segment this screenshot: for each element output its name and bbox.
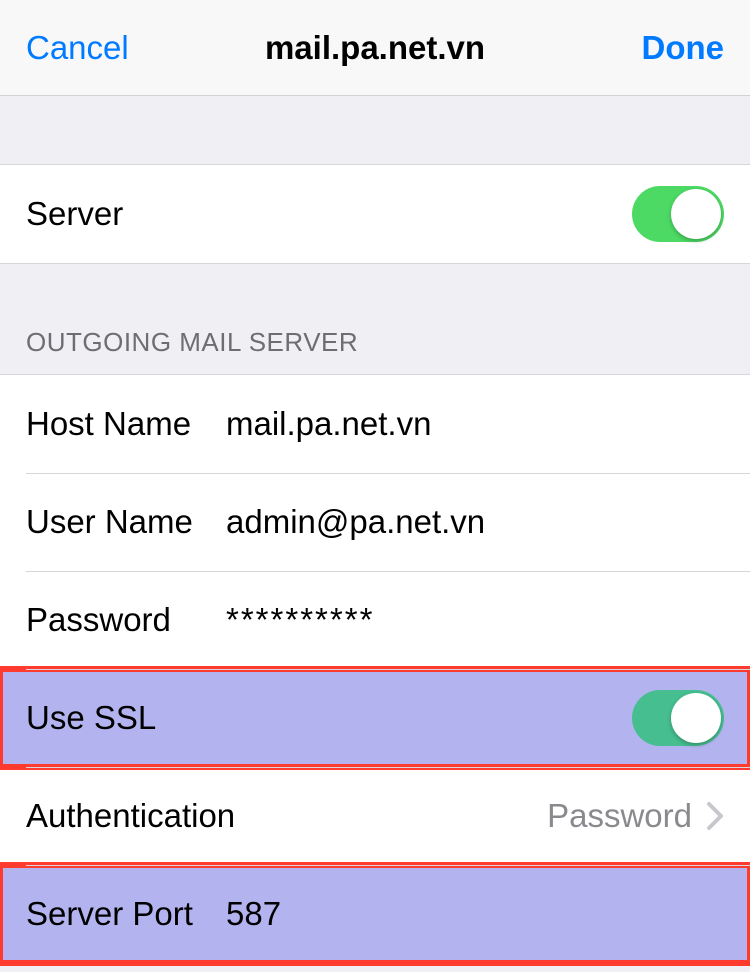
- authentication-row[interactable]: Authentication Password: [0, 767, 750, 865]
- chevron-right-icon: [706, 801, 724, 831]
- use-ssl-row[interactable]: Use SSL: [0, 669, 750, 767]
- password-row[interactable]: Password **********: [0, 571, 750, 669]
- use-ssl-label: Use SSL: [26, 699, 632, 737]
- toggle-knob: [671, 693, 721, 743]
- use-ssl-toggle-switch[interactable]: [632, 690, 724, 746]
- authentication-label: Authentication: [26, 797, 286, 835]
- spacer: [0, 96, 750, 164]
- password-value[interactable]: **********: [226, 601, 724, 639]
- server-port-value[interactable]: 587: [226, 895, 724, 933]
- server-port-label: Server Port: [26, 895, 226, 933]
- user-name-value[interactable]: admin@pa.net.vn: [226, 503, 724, 541]
- done-button[interactable]: Done: [604, 29, 724, 67]
- password-label: Password: [26, 601, 226, 639]
- user-name-row[interactable]: User Name admin@pa.net.vn: [0, 473, 750, 571]
- server-toggle-label: Server: [26, 195, 632, 233]
- section-gap: OUTGOING MAIL SERVER: [0, 264, 750, 374]
- host-name-row[interactable]: Host Name mail.pa.net.vn: [0, 375, 750, 473]
- section-header-outgoing: OUTGOING MAIL SERVER: [0, 327, 384, 374]
- server-toggle-switch[interactable]: [632, 186, 724, 242]
- toggle-knob: [671, 189, 721, 239]
- nav-bar: Cancel mail.pa.net.vn Done: [0, 0, 750, 96]
- server-toggle-row[interactable]: Server: [0, 165, 750, 263]
- cancel-button[interactable]: Cancel: [26, 29, 146, 67]
- authentication-value: Password: [286, 797, 692, 835]
- host-name-value[interactable]: mail.pa.net.vn: [226, 405, 724, 443]
- host-name-label: Host Name: [26, 405, 226, 443]
- user-name-label: User Name: [26, 503, 226, 541]
- outgoing-mail-group: Host Name mail.pa.net.vn User Name admin…: [0, 374, 750, 964]
- page-title: mail.pa.net.vn: [146, 29, 604, 67]
- server-toggle-group: Server: [0, 164, 750, 264]
- server-port-row[interactable]: Server Port 587: [0, 865, 750, 963]
